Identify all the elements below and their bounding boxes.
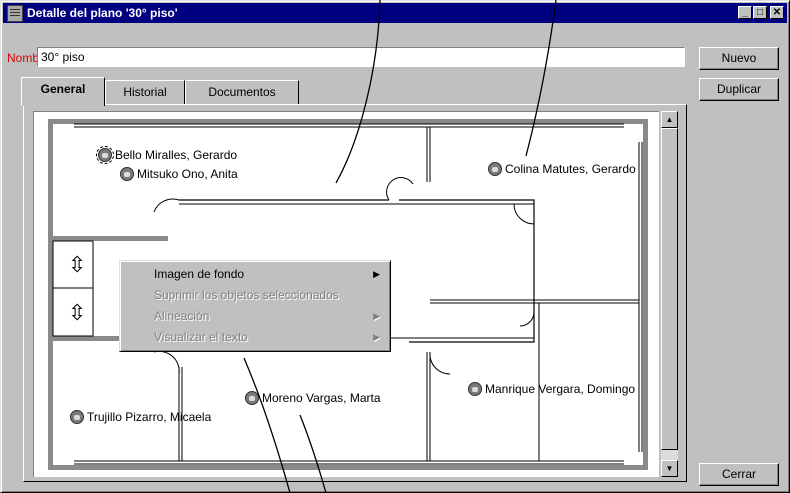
maximize-button[interactable]: □ bbox=[753, 6, 767, 19]
person-name: Mitsuko Ono, Anita bbox=[137, 167, 238, 181]
menu-item-background-image[interactable]: Imagen de fondo ▶ bbox=[122, 264, 388, 285]
tab-historial[interactable]: Historial bbox=[105, 80, 185, 104]
vertical-scrollbar[interactable]: ▲ ▼ bbox=[661, 111, 678, 477]
scroll-up-icon[interactable]: ▲ bbox=[661, 111, 678, 128]
person-name: Moreno Vargas, Marta bbox=[262, 391, 381, 405]
close-button[interactable]: ✕ bbox=[770, 6, 784, 19]
submenu-arrow-icon: ▶ bbox=[373, 311, 380, 321]
person-name: Colina Matutes, Gerardo bbox=[505, 162, 636, 176]
person-marker[interactable]: Mitsuko Ono, Anita bbox=[120, 167, 238, 181]
window-app-icon bbox=[7, 5, 23, 22]
submenu-arrow-icon: ▶ bbox=[373, 332, 380, 342]
person-marker[interactable]: Moreno Vargas, Marta bbox=[245, 391, 381, 405]
submenu-arrow-icon: ▶ bbox=[373, 269, 380, 279]
svg-text:⇳: ⇳ bbox=[68, 301, 86, 326]
minimize-button[interactable]: _ bbox=[738, 6, 752, 19]
person-marker[interactable]: Bello Miralles, Gerardo bbox=[96, 146, 238, 164]
menu-item-show-text: Visualizar el texto ▶ bbox=[122, 327, 388, 348]
person-icon bbox=[245, 391, 259, 405]
close-dialog-button[interactable]: Cerrar bbox=[699, 463, 779, 486]
name-input[interactable] bbox=[37, 47, 685, 67]
person-marker[interactable]: Colina Matutes, Gerardo bbox=[488, 162, 636, 176]
person-icon bbox=[120, 167, 134, 181]
new-button[interactable]: Nuevo bbox=[699, 47, 779, 70]
person-icon bbox=[488, 162, 502, 176]
person-icon bbox=[96, 146, 114, 164]
person-name: Bello Miralles, Gerardo bbox=[115, 148, 238, 162]
context-menu: Imagen de fondo ▶ Suprimir los objetos s… bbox=[119, 260, 391, 352]
duplicate-button[interactable]: Duplicar bbox=[699, 78, 779, 101]
person-icon bbox=[468, 382, 482, 396]
person-name: Trujillo Pizarro, Micaela bbox=[87, 410, 212, 424]
person-icon bbox=[70, 410, 84, 424]
person-name: Manrique Vergara, Domingo bbox=[485, 382, 636, 396]
svg-text:⇳: ⇳ bbox=[68, 253, 86, 278]
person-marker[interactable]: Manrique Vergara, Domingo bbox=[468, 382, 635, 396]
scroll-down-icon[interactable]: ▼ bbox=[661, 460, 678, 477]
tab-documentos[interactable]: Documentos bbox=[185, 80, 299, 104]
tab-general[interactable]: General bbox=[21, 77, 105, 106]
window-title: Detalle del plano '30° piso' bbox=[27, 6, 178, 20]
menu-item-delete-selected: Suprimir los objetos seleccionados bbox=[154, 288, 339, 302]
scroll-thumb[interactable] bbox=[661, 128, 678, 450]
plan-detail-window: Detalle del plano '30° piso' _ □ ✕ Nombr… bbox=[0, 0, 790, 493]
title-bar[interactable]: Detalle del plano '30° piso' _ □ ✕ bbox=[3, 3, 787, 23]
menu-item-alignment: Alineación ▶ bbox=[122, 306, 388, 327]
person-marker[interactable]: Trujillo Pizarro, Micaela bbox=[70, 410, 211, 424]
